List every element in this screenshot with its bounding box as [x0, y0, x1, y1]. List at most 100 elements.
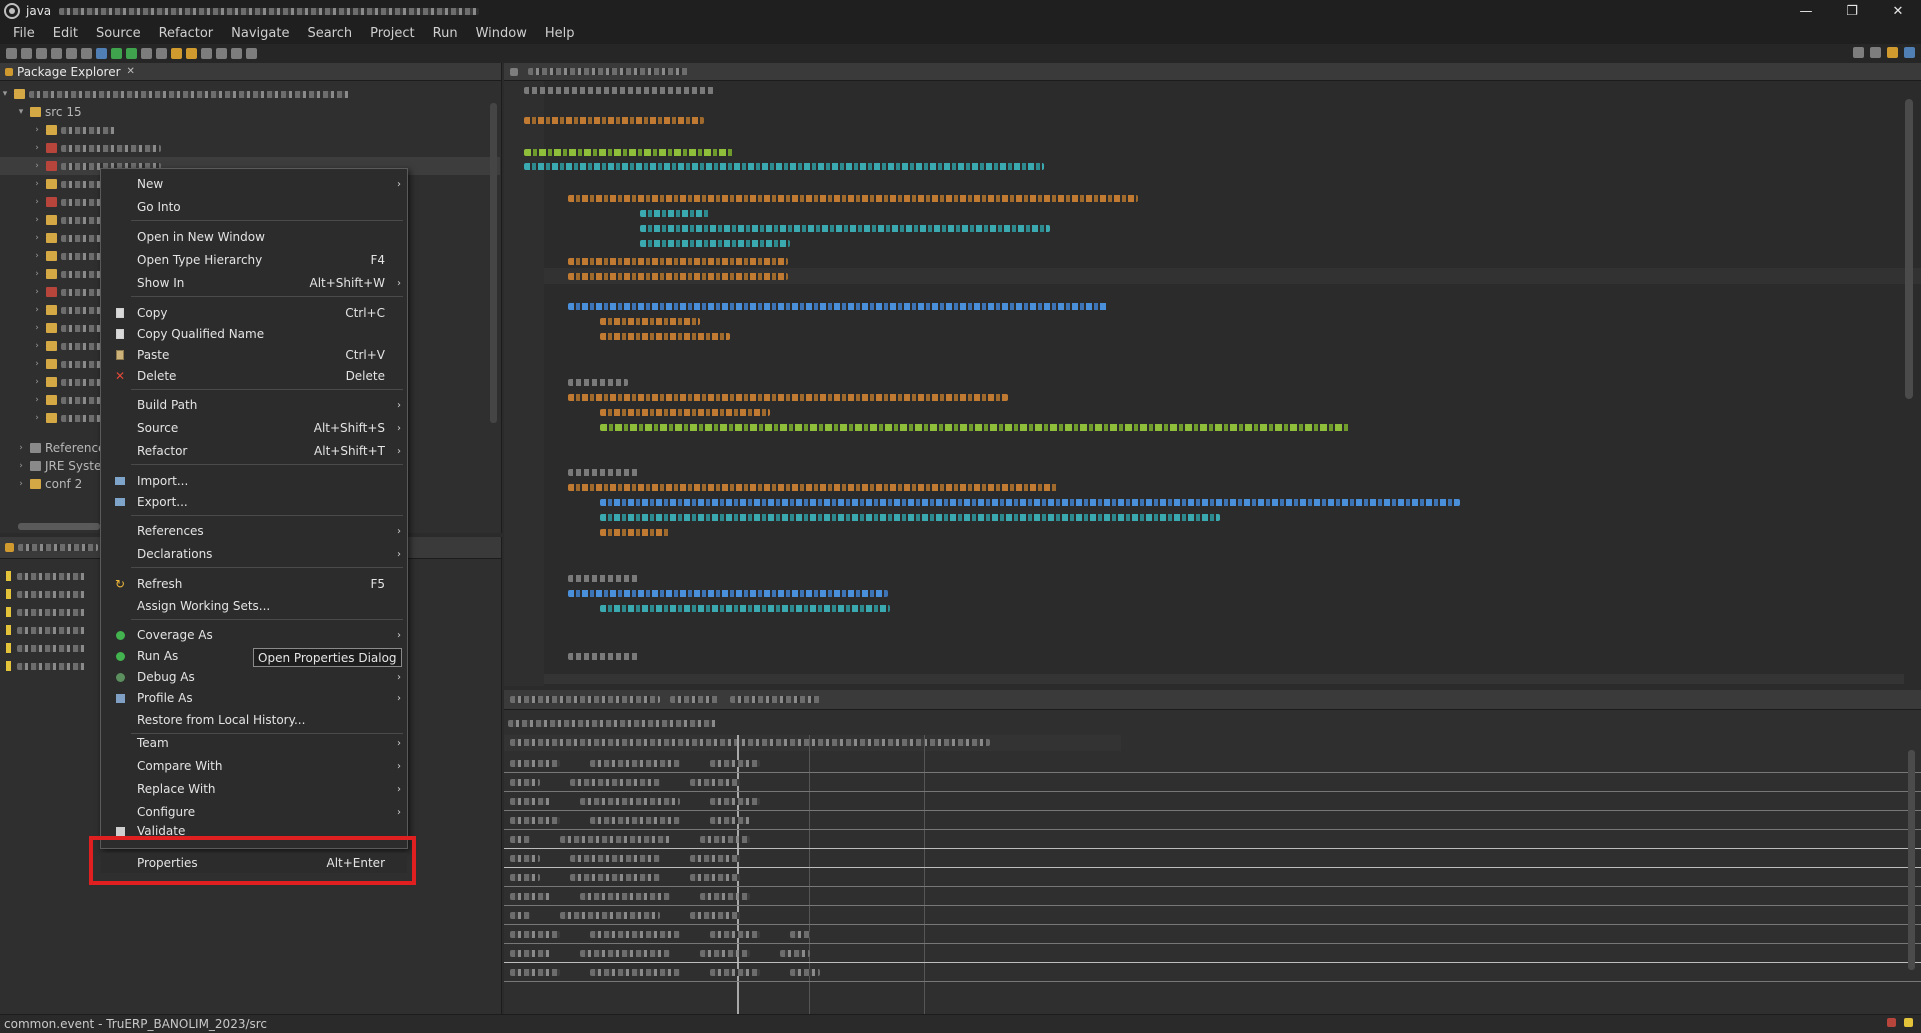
table-row[interactable]: [504, 755, 1921, 773]
menu-item-build-path[interactable]: Build Path ›: [101, 395, 407, 415]
list-item[interactable]: [6, 621, 87, 639]
menu-item-go-into[interactable]: Go Into: [101, 197, 407, 217]
table-row[interactable]: [504, 926, 1921, 944]
terminal-icon[interactable]: [81, 48, 92, 59]
menu-help[interactable]: Help: [536, 26, 584, 41]
menu-item-export[interactable]: Export...: [101, 492, 407, 512]
bottom-tab[interactable]: [510, 696, 660, 703]
debug-perspective-icon[interactable]: [1904, 47, 1915, 58]
table-row[interactable]: [504, 812, 1921, 830]
menu-item-coverage-as[interactable]: Coverage As ›: [101, 625, 407, 645]
menu-item-show-in[interactable]: Show In Alt+Shift+W ›: [101, 273, 407, 293]
menu-item-open-in-new-window[interactable]: Open in New Window: [101, 227, 407, 247]
menu-item-source[interactable]: Source Alt+Shift+S ›: [101, 418, 407, 438]
table-row[interactable]: [504, 869, 1921, 887]
back-icon[interactable]: [216, 48, 227, 59]
vertical-scrollbar[interactable]: [490, 103, 497, 423]
menu-item-delete[interactable]: ✕ Delete Delete: [101, 366, 407, 386]
tree-row-project[interactable]: ▾: [0, 85, 500, 103]
pin-icon[interactable]: [246, 48, 257, 59]
quick-access-icon[interactable]: [1853, 47, 1864, 58]
tree-row-package[interactable]: ›: [0, 139, 500, 157]
menu-item-import[interactable]: Import...: [101, 471, 407, 491]
table-vertical-scrollbar[interactable]: [1908, 750, 1915, 970]
menu-item-new[interactable]: New ›: [101, 174, 407, 194]
error-icon[interactable]: [1887, 1018, 1896, 1027]
close-icon[interactable]: ✕: [127, 66, 135, 77]
run-icon[interactable]: [111, 48, 122, 59]
editor-tab[interactable]: [528, 68, 688, 75]
table-row[interactable]: [504, 831, 1921, 849]
table-row[interactable]: [504, 945, 1921, 963]
horizontal-scrollbar[interactable]: [18, 523, 100, 530]
tip-icon[interactable]: [1904, 1018, 1913, 1027]
run-last-icon[interactable]: [126, 48, 137, 59]
menu-run[interactable]: Run: [424, 26, 467, 41]
stop-icon[interactable]: [141, 48, 152, 59]
menu-window[interactable]: Window: [467, 26, 536, 41]
menu-item-paste[interactable]: Paste Ctrl+V: [101, 345, 407, 365]
new-icon[interactable]: [6, 48, 17, 59]
menu-item-copy-qualified-name[interactable]: Copy Qualified Name: [101, 324, 407, 344]
tree-row-src[interactable]: ▾ src 15: [0, 103, 500, 121]
menu-project[interactable]: Project: [361, 26, 423, 41]
menu-file[interactable]: File: [4, 26, 44, 41]
forward-icon[interactable]: [231, 48, 242, 59]
list-item[interactable]: [6, 639, 87, 657]
menu-item-restore-from-local-history[interactable]: Restore from Local History...: [101, 710, 407, 730]
menu-item-compare-with[interactable]: Compare With ›: [101, 756, 407, 776]
menu-item-configure[interactable]: Configure ›: [101, 802, 407, 822]
chevron-right-icon[interactable]: ›: [16, 461, 26, 471]
external-tools-icon[interactable]: [156, 48, 167, 59]
menu-navigate[interactable]: Navigate: [222, 26, 298, 41]
open-type-icon[interactable]: [171, 48, 182, 59]
bottom-tab[interactable]: [670, 696, 720, 703]
list-item[interactable]: [6, 585, 87, 603]
editor-horizontal-scrollbar[interactable]: [544, 674, 1904, 684]
menu-item-open-type-hierarchy[interactable]: Open Type Hierarchy F4: [101, 250, 407, 270]
menu-edit[interactable]: Edit: [44, 26, 87, 41]
chevron-right-icon[interactable]: ›: [16, 443, 26, 453]
close-button[interactable]: ✕: [1875, 0, 1921, 22]
annotation-icon[interactable]: [201, 48, 212, 59]
menu-item-refresh[interactable]: ↻ Refresh F5: [101, 574, 407, 594]
list-item[interactable]: [6, 567, 87, 585]
list-item[interactable]: [6, 603, 87, 621]
save-all-icon[interactable]: [36, 48, 47, 59]
menu-item-profile-as[interactable]: Profile As ›: [101, 688, 407, 708]
minimize-button[interactable]: —: [1783, 0, 1829, 22]
menu-source[interactable]: Source: [87, 26, 150, 41]
table-row[interactable]: [504, 774, 1921, 792]
bottom-tab[interactable]: [730, 696, 820, 703]
table-row[interactable]: [504, 793, 1921, 811]
debug-icon[interactable]: [96, 48, 107, 59]
package-explorer-tab[interactable]: Package Explorer ✕: [0, 63, 501, 81]
print-icon[interactable]: [51, 48, 62, 59]
edit-icon[interactable]: [66, 48, 77, 59]
table-row[interactable]: [504, 888, 1921, 906]
menu-item-refactor[interactable]: Refactor Alt+Shift+T ›: [101, 441, 407, 461]
chevron-down-icon[interactable]: ▾: [16, 107, 26, 117]
menu-item-debug-as[interactable]: Debug As ›: [101, 667, 407, 687]
menu-item-assign-working-sets[interactable]: Assign Working Sets...: [101, 596, 407, 616]
java-perspective-icon[interactable]: [1887, 47, 1898, 58]
open-perspective-icon[interactable]: [1870, 47, 1881, 58]
table-row[interactable]: [504, 907, 1921, 925]
chevron-down-icon[interactable]: ▾: [0, 89, 10, 99]
chevron-right-icon[interactable]: ›: [16, 479, 26, 489]
list-item[interactable]: [6, 657, 87, 675]
menu-search[interactable]: Search: [298, 26, 361, 41]
menu-item-references[interactable]: References ›: [101, 521, 407, 541]
maximize-button[interactable]: ❐: [1829, 0, 1875, 22]
save-icon[interactable]: [21, 48, 32, 59]
tree-row-package[interactable]: ›: [0, 121, 500, 139]
search-icon[interactable]: [186, 48, 197, 59]
menu-item-replace-with[interactable]: Replace With ›: [101, 779, 407, 799]
editor-vertical-scrollbar[interactable]: [1905, 99, 1913, 399]
menu-refactor[interactable]: Refactor: [150, 26, 223, 41]
menu-item-declarations[interactable]: Declarations ›: [101, 544, 407, 564]
table-row[interactable]: [504, 850, 1921, 868]
menu-item-team[interactable]: Team ›: [101, 733, 407, 753]
menu-item-copy[interactable]: Copy Ctrl+C: [101, 303, 407, 323]
table-row[interactable]: [504, 964, 1921, 982]
